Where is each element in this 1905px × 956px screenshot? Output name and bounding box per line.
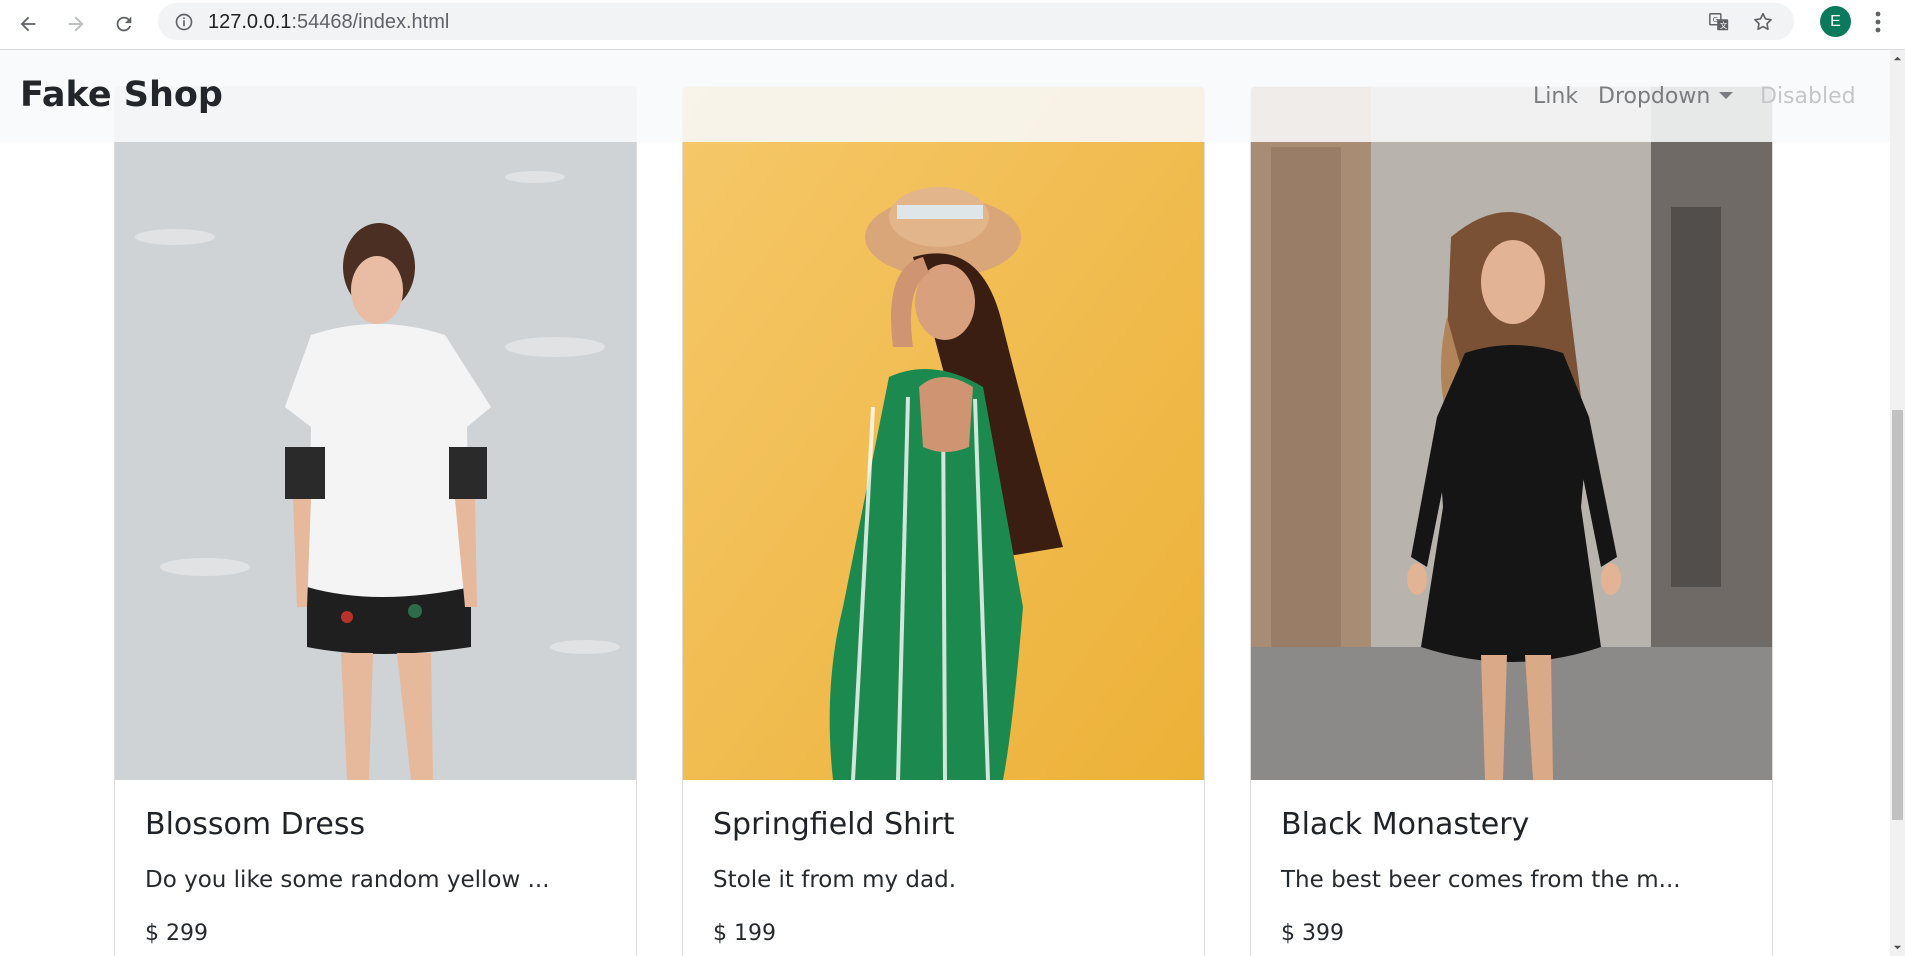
back-button[interactable]	[11, 7, 45, 41]
scrollbar-thumb[interactable]	[1892, 410, 1903, 820]
caret-down-icon	[1719, 92, 1734, 99]
star-icon[interactable]	[1752, 11, 1774, 33]
product-price: $ 399	[1281, 921, 1344, 946]
product-description: Do you like some random yellow ...	[145, 867, 550, 893]
address-bar[interactable]: 127.0.0.1:54468/index.html G文	[158, 3, 1794, 40]
product-image-springfield-shirt[interactable]	[683, 87, 1204, 780]
product-image-black-monastery[interactable]	[1251, 87, 1772, 780]
product-title[interactable]: Blossom Dress	[145, 807, 616, 843]
translate-icon[interactable]: G文	[1708, 11, 1730, 33]
site-navbar: Fake Shop Link Dropdown Disabled	[0, 50, 1890, 142]
product-description: Stole it from my dad.	[713, 867, 957, 893]
back-arrow-icon	[20, 16, 36, 32]
scroll-down-arrow-icon[interactable]	[1893, 943, 1902, 952]
brand-logo[interactable]: Fake Shop	[20, 75, 223, 115]
scroll-up-arrow-icon[interactable]	[1893, 54, 1902, 63]
forward-arrow-icon	[68, 16, 84, 32]
product-card[interactable]: Black Monastery The best beer comes from…	[1250, 86, 1773, 956]
svg-text:G: G	[1713, 15, 1719, 24]
product-card[interactable]: Blossom Dress Do you like some random ye…	[114, 86, 637, 956]
reload-button[interactable]	[107, 7, 141, 41]
info-icon[interactable]	[174, 12, 194, 32]
nav-dropdown-label: Dropdown	[1598, 84, 1711, 109]
svg-text:文: 文	[1720, 21, 1728, 30]
card-body: Springfield Shirt Stole it from my dad. …	[713, 807, 1184, 949]
vertical-scrollbar[interactable]	[1890, 50, 1905, 956]
nav-link[interactable]: Link	[1533, 84, 1578, 109]
product-price: $ 199	[713, 921, 776, 946]
reload-icon	[116, 16, 132, 32]
nav-link-disabled: Disabled	[1760, 84, 1856, 109]
browser-toolbar: 127.0.0.1:54468/index.html G文 E	[0, 0, 1905, 50]
product-title[interactable]: Black Monastery	[1281, 807, 1752, 843]
url-text[interactable]: 127.0.0.1:54468/index.html	[208, 11, 449, 34]
product-image-blossom-dress[interactable]	[115, 87, 636, 780]
menu-kebab-icon[interactable]	[1872, 8, 1884, 36]
card-body: Blossom Dress Do you like some random ye…	[145, 807, 616, 949]
profile-initial: E	[1830, 12, 1841, 30]
page-viewport: Blossom Dress Do you like some random ye…	[0, 50, 1890, 956]
card-body: Black Monastery The best beer comes from…	[1281, 807, 1752, 949]
product-card[interactable]: Springfield Shirt Stole it from my dad. …	[682, 86, 1205, 956]
profile-avatar[interactable]: E	[1820, 6, 1851, 37]
forward-button[interactable]	[59, 7, 93, 41]
product-title[interactable]: Springfield Shirt	[713, 807, 1184, 843]
nav-dropdown-toggle[interactable]: Dropdown	[1598, 84, 1734, 109]
product-price: $ 299	[145, 921, 208, 946]
product-description: The best beer comes from the m...	[1281, 867, 1681, 893]
